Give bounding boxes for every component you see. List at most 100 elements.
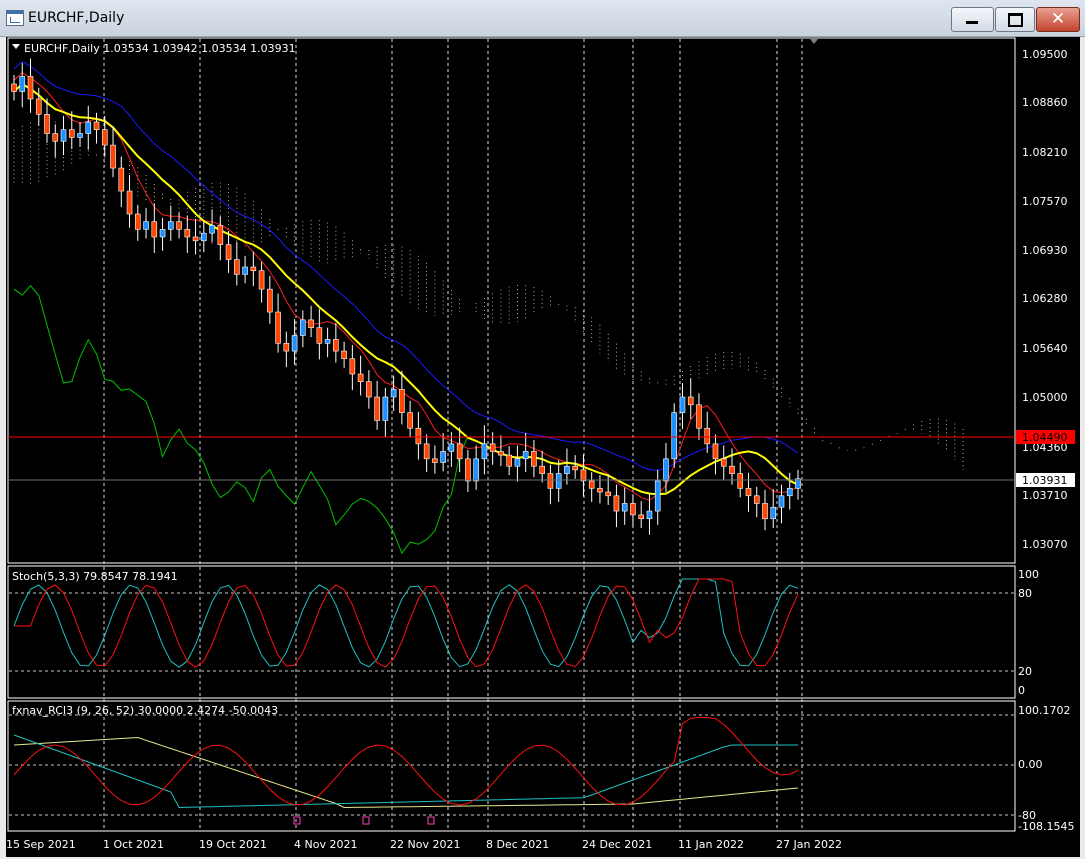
- bull-candle: [621, 503, 628, 512]
- bear-candle: [720, 458, 727, 467]
- bear-candle: [415, 427, 422, 445]
- time-label: 24 Dec 2021: [582, 838, 652, 851]
- time-label: 19 Oct 2021: [199, 838, 267, 851]
- bear-candle: [192, 236, 199, 242]
- bear-candle: [349, 358, 356, 375]
- bear-candle: [613, 495, 620, 512]
- price-label: 1.09500: [1022, 48, 1068, 61]
- bear-candle: [217, 225, 224, 245]
- close-button[interactable]: ✕: [1036, 7, 1080, 32]
- stoch-pane-header: Stoch(5,3,3) 79.8547 78.1941: [12, 570, 178, 583]
- bear-candle: [333, 339, 339, 352]
- bear-candle: [712, 443, 719, 460]
- price-label: 1.03710: [1022, 489, 1068, 502]
- bear-candle: [423, 443, 430, 460]
- bull-candle: [201, 232, 207, 242]
- bull-candle: [679, 396, 686, 413]
- bull-candle: [440, 451, 446, 463]
- chart-canvas[interactable]: EURCHF,Daily 1.03534 1.03942 1.03534 1.0…: [6, 37, 1080, 857]
- bear-candle: [506, 454, 512, 467]
- bull-candle: [209, 225, 215, 234]
- bear-candle: [134, 213, 141, 230]
- bear-candle: [11, 83, 17, 92]
- bear-candle: [176, 221, 182, 230]
- stoch-level-label: 0: [1018, 684, 1025, 697]
- bear-candle: [225, 244, 232, 260]
- bear-candle: [44, 114, 50, 134]
- bull-candle: [291, 335, 298, 352]
- bear-candle: [341, 350, 347, 360]
- price-label: 1.06280: [1022, 292, 1068, 305]
- stoch-level-label: 100: [1018, 568, 1039, 581]
- window-title: EURCHF,Daily: [28, 10, 125, 26]
- chart-window-icon: [6, 10, 24, 26]
- bull-candle: [786, 488, 793, 497]
- price-label: 1.05000: [1022, 391, 1068, 404]
- bear-candle: [737, 473, 744, 489]
- bull-candle: [85, 121, 92, 134]
- bull-candle: [555, 473, 562, 489]
- bull-candle: [168, 221, 174, 230]
- rci-level-label: 100.1702: [1018, 704, 1071, 717]
- bear-candle: [27, 76, 34, 100]
- bear-candle: [234, 259, 240, 275]
- price-label: 1.08210: [1022, 146, 1068, 159]
- bear-candle: [638, 514, 645, 520]
- bear-candle: [110, 144, 116, 169]
- rci-level-label: -108.1545: [1018, 820, 1074, 833]
- time-label: 22 Nov 2021: [390, 838, 460, 851]
- bear-candle: [547, 473, 554, 489]
- bull-candle: [654, 480, 661, 512]
- price-label: 1.07570: [1022, 195, 1068, 208]
- bull-candle: [242, 266, 248, 275]
- bear-candle: [630, 503, 636, 516]
- main-pane-header: EURCHF,Daily 1.03534 1.03942 1.03534 1.0…: [24, 42, 296, 55]
- bear-candle: [68, 129, 75, 138]
- bear-candle: [539, 465, 545, 474]
- bull-candle: [448, 443, 455, 452]
- time-axis: 15 Sep 2021 1 Oct 2021 19 Oct 2021 4 Nov…: [6, 838, 842, 851]
- bear-candle: [275, 311, 281, 344]
- bear-candle: [151, 221, 158, 238]
- chart-area[interactable]: EURCHF,Daily 1.03534 1.03942 1.03534 1.0…: [6, 37, 1080, 857]
- bear-candle: [745, 488, 752, 497]
- stoch-level-label: 80: [1018, 587, 1032, 600]
- bear-candle: [374, 396, 380, 421]
- time-label: 4 Nov 2021: [294, 838, 357, 851]
- bull-candle: [646, 510, 653, 520]
- maximize-icon: [1008, 13, 1023, 27]
- bear-candle: [250, 266, 257, 271]
- window-titlebar[interactable]: EURCHF,Daily ✕: [0, 0, 1085, 37]
- bear-candle: [118, 167, 125, 192]
- bear-candle: [432, 458, 438, 463]
- time-label: 8 Dec 2021: [486, 838, 549, 851]
- bear-candle: [588, 480, 595, 489]
- maximize-button[interactable]: [995, 7, 1035, 32]
- bear-candle: [762, 503, 768, 520]
- bull-candle: [77, 133, 83, 138]
- minimize-button[interactable]: [951, 7, 994, 32]
- bull-candle: [19, 76, 26, 92]
- bear-candle: [704, 427, 711, 445]
- bull-candle: [473, 458, 479, 482]
- bull-candle: [564, 465, 570, 474]
- bear-candle: [531, 451, 537, 467]
- rci-pane-header: fxnav_RCI3 (9, 26, 52) 30.0000 2.4274 -5…: [12, 704, 278, 717]
- price-label: 1.05640: [1022, 342, 1068, 355]
- bear-candle: [283, 343, 290, 352]
- price-label: 1.03070: [1022, 538, 1068, 551]
- time-label: 15 Sep 2021: [6, 838, 76, 851]
- bull-candle: [60, 129, 67, 142]
- close-icon: ✕: [1050, 9, 1066, 29]
- bull-candle: [663, 458, 669, 482]
- bear-candle: [572, 465, 578, 471]
- terminal-chart-window: EURCHF,Daily ✕ EURCHF,Daily 1.03534 1.03…: [0, 0, 1085, 859]
- bear-candle: [753, 495, 760, 504]
- stoch-level-label: 20: [1018, 665, 1032, 678]
- bull-candle: [382, 396, 389, 421]
- bull-candle: [300, 319, 306, 336]
- current-price-label: 1.03931: [1022, 474, 1068, 487]
- bear-candle: [456, 443, 463, 460]
- bear-candle: [357, 373, 364, 382]
- bear-candle: [35, 98, 42, 115]
